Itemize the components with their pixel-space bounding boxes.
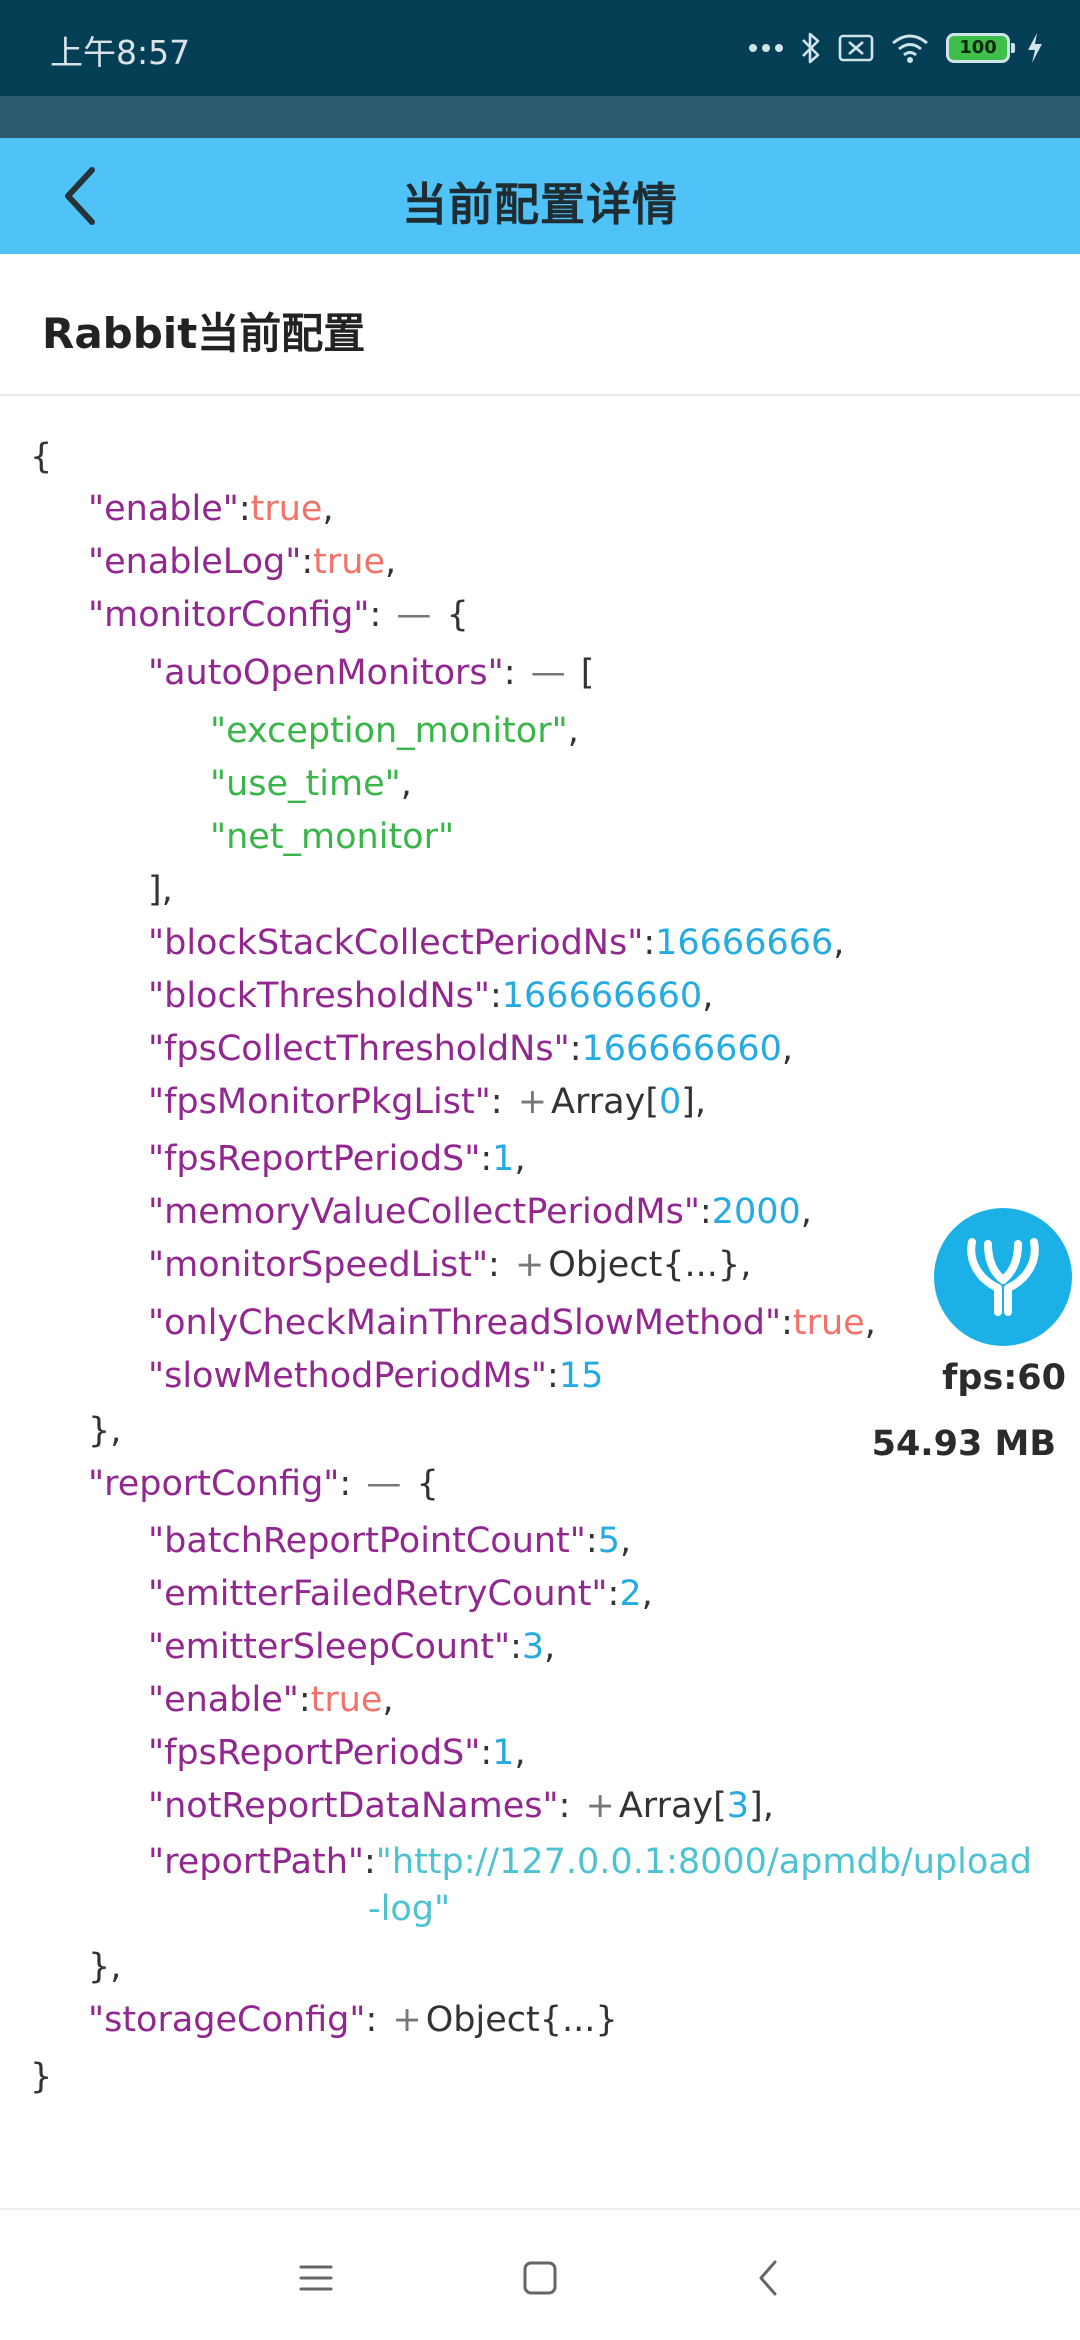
charging-icon (1026, 32, 1044, 64)
json-row-notreport: "notReportDataNames": + Array[3], (148, 1786, 774, 1826)
fps-readout: fps:60 (942, 1358, 1066, 1398)
expand-toggle[interactable]: + (514, 1082, 551, 1122)
wifi-icon (890, 32, 930, 64)
rabbit-float-button[interactable] (934, 1208, 1072, 1346)
collapse-toggle[interactable]: — (527, 653, 570, 693)
json-row-emittersleep: "emitterSleepCount":3, (148, 1627, 556, 1667)
json-open-brace: { (30, 437, 53, 477)
json-row-monitorspeed: "monitorSpeedList": + Object{...}, (148, 1245, 752, 1285)
expand-toggle[interactable]: + (582, 1786, 619, 1826)
json-row-emitterfailed: "emitterFailedRetryCount":2, (148, 1574, 653, 1614)
json-object-close: }, (88, 1411, 122, 1451)
nav-back-button[interactable] (740, 2250, 796, 2306)
nav-menu-button[interactable] (288, 2250, 344, 2306)
expand-toggle[interactable]: + (388, 2000, 425, 2040)
collapse-toggle[interactable]: — (362, 1464, 405, 1504)
json-row-reportpath: "reportPath":"http://127.0.0.1:8000/apmd… (148, 1842, 1032, 1882)
status-time: 上午8:57 (50, 33, 191, 72)
json-row-enablelog: "enableLog":true, (88, 542, 397, 582)
json-row-rc-fpsreport: "fpsReportPeriodS":1, (148, 1733, 526, 1773)
sim-off-icon (838, 33, 874, 63)
back-chevron-icon (759, 2260, 777, 2296)
status-icons: 100 (748, 26, 1044, 70)
nav-home-button[interactable] (512, 2250, 568, 2306)
bluetooth-icon (800, 31, 822, 65)
memory-readout: 54.93 MB (871, 1424, 1056, 1464)
expand-toggle[interactable]: + (511, 1245, 548, 1285)
json-row-memory: "memoryValueCollectPeriodMs":2000, (148, 1192, 812, 1232)
json-row-onlycheck: "onlyCheckMainThreadSlowMethod":true, (148, 1303, 876, 1343)
json-row-reportpath-cont: -log" (368, 1889, 451, 1929)
section-header: Rabbit当前配置 (0, 254, 1080, 396)
rabbit-logo-icon (967, 1238, 1039, 1316)
json-row-blockstack: "blockStackCollectPeriodNs":16666666, (148, 923, 845, 963)
json-row-reportconfig: "reportConfig": — { (88, 1464, 439, 1504)
json-row-rc-enable: "enable":true, (148, 1680, 394, 1720)
screen: 上午8:57 100 当前配置详情 Rabbit当前配置 {"enable":… (0, 0, 1080, 2340)
json-row-fpspkglist: "fpsMonitorPkgList": + Array[0], (148, 1082, 707, 1122)
json-row-blockthreshold: "blockThresholdNs":166666660, (148, 976, 714, 1016)
json-object-close: }, (88, 1947, 122, 1987)
json-config-view: { "enable":true, "enableLog":true, "moni… (0, 396, 1080, 2206)
json-row-fpsreport: "fpsReportPeriodS":1, (148, 1139, 526, 1179)
json-row-enable: "enable":true, (88, 489, 334, 529)
status-sub-band (0, 96, 1080, 138)
page-title: 当前配置详情 (401, 178, 678, 231)
json-array-item: "net_monitor" (210, 817, 455, 857)
json-array-close: ], (148, 870, 173, 910)
section-title: Rabbit当前配置 (42, 309, 366, 358)
system-nav-bar (0, 2208, 1080, 2340)
json-row-fpscollect: "fpsCollectThresholdNs":166666660, (148, 1029, 794, 1069)
json-row-batch: "batchReportPointCount":5, (148, 1521, 632, 1561)
more-dots-icon (748, 42, 784, 54)
json-array-item: "use_time", (210, 764, 412, 804)
home-square-icon (523, 2261, 557, 2295)
json-row-autoopenmonitors: "autoOpenMonitors": — [ (148, 653, 595, 693)
json-array-item: "exception_monitor", (210, 711, 579, 751)
menu-icon (299, 2265, 333, 2291)
collapse-toggle[interactable]: — (392, 595, 435, 635)
json-close-brace: } (30, 2057, 53, 2097)
json-row-monitorconfig: "monitorConfig": — { (88, 595, 469, 635)
json-row-slowmethod: "slowMethodPeriodMs":15 (148, 1356, 604, 1396)
app-toolbar: 当前配置详情 (0, 138, 1080, 254)
status-bar: 上午8:57 100 (0, 0, 1080, 96)
battery-icon: 100 (946, 33, 1015, 63)
json-row-storageconfig: "storageConfig": + Object{...} (88, 2000, 618, 2040)
